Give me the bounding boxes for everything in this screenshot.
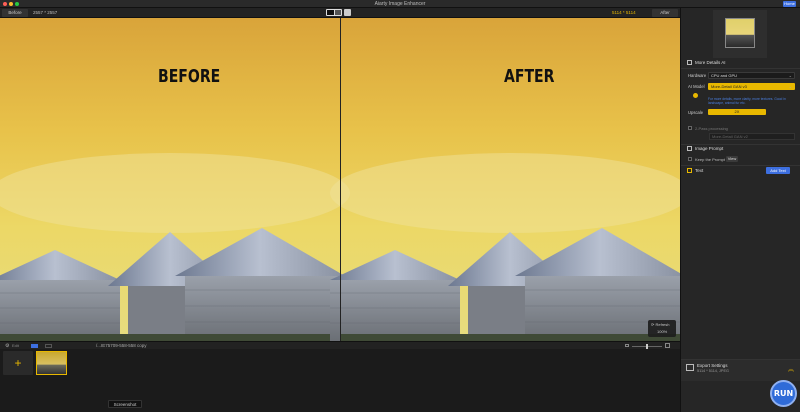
chevron-up-icon[interactable]: ︽: [788, 364, 794, 373]
keep-prompt-label: Keep the Prompt: [695, 157, 726, 162]
image-thumbnail[interactable]: [36, 351, 67, 375]
text-section: Text: [687, 168, 703, 174]
zoom-controls: ⟳ Refresh 100%: [648, 320, 676, 337]
info-icon[interactable]: [693, 93, 698, 98]
settings-panel: More Details AI Hardware CPU and GPU ⌄ AI…: [680, 8, 800, 412]
hardware-select[interactable]: CPU and GPU ⌄: [708, 72, 795, 79]
chevron-down-icon: ⌄: [788, 84, 792, 89]
tooltip: Screenshot: [108, 400, 142, 408]
after-dimensions: 5114 * 5114: [612, 10, 636, 15]
list-view-icon[interactable]: [45, 344, 52, 348]
add-text-button[interactable]: Add Text: [766, 167, 790, 174]
more-details-section: More Details AI: [687, 60, 726, 66]
divider: [681, 144, 800, 145]
ai-model-description: For more details, more clarity, more tex…: [708, 97, 786, 105]
filmstrip: + Screenshot: [0, 349, 680, 412]
view-prompt-button[interactable]: View: [726, 156, 738, 162]
home-button[interactable]: Home: [783, 1, 796, 7]
divider: [681, 165, 800, 166]
before-dimensions: 2557 * 2557: [33, 10, 58, 15]
export-icon: [686, 364, 694, 371]
export-title: Export Settings: [697, 363, 728, 368]
keep-prompt-checkbox[interactable]: [688, 157, 692, 161]
title-bar: Aiarty Image Enhancer Home: [0, 0, 800, 8]
ai-icon: [687, 60, 692, 66]
image-prompt-section: Image Prompt: [687, 146, 723, 152]
split-handle[interactable]: [340, 18, 341, 341]
export-settings[interactable]: Export Settings 5114 * 5114, JPEG ︽: [681, 359, 800, 381]
upscale-select[interactable]: 2X: [708, 109, 766, 115]
text-icon: [687, 168, 692, 174]
run-button[interactable]: RUN: [770, 380, 797, 407]
add-image-button[interactable]: +: [3, 351, 33, 375]
ai-model-select[interactable]: More-Detail GAN v3 ⌄: [708, 83, 795, 90]
chevron-down-icon: ⌄: [788, 73, 792, 78]
two-pass-label: 2-Pass processing: [695, 126, 728, 131]
grid-view-icon[interactable]: [31, 344, 38, 348]
fit-icon[interactable]: [625, 344, 629, 347]
upscale-label: Upscale: [688, 110, 704, 115]
window-title: Aiarty Image Enhancer: [374, 1, 426, 7]
before-label: BEFORE: [158, 66, 221, 87]
ai-model-label: AI Model: [688, 84, 705, 89]
after-label: AFTER: [504, 66, 555, 87]
refresh-button[interactable]: ⟳ Refresh: [651, 322, 669, 327]
divider: [681, 68, 800, 69]
expand-icon[interactable]: [665, 343, 670, 348]
compare-toolbar: Before 2557 * 2557 5114 * 5114 After: [0, 8, 680, 18]
document-icon: [687, 146, 692, 152]
before-button[interactable]: Before: [2, 9, 28, 17]
export-summary: 5114 * 5114, JPEG: [697, 369, 729, 373]
two-pass-checkbox[interactable]: [688, 126, 692, 130]
preview-thumbnail: [713, 10, 767, 58]
bottom-bar: ⚙ Edit /...IE75709-558-558 copy: [0, 341, 680, 349]
hardware-label: Hardware: [688, 73, 707, 78]
side-view-toggle[interactable]: [344, 9, 351, 16]
zoom-level[interactable]: 100%: [657, 329, 667, 334]
split-view-toggle[interactable]: [326, 9, 342, 16]
two-pass-model-select[interactable]: More-Detail GAN v2: [709, 133, 795, 140]
after-button[interactable]: After: [652, 9, 678, 17]
image-viewer[interactable]: BEFORE AFTER ⟳ Refresh 100%: [0, 18, 680, 341]
